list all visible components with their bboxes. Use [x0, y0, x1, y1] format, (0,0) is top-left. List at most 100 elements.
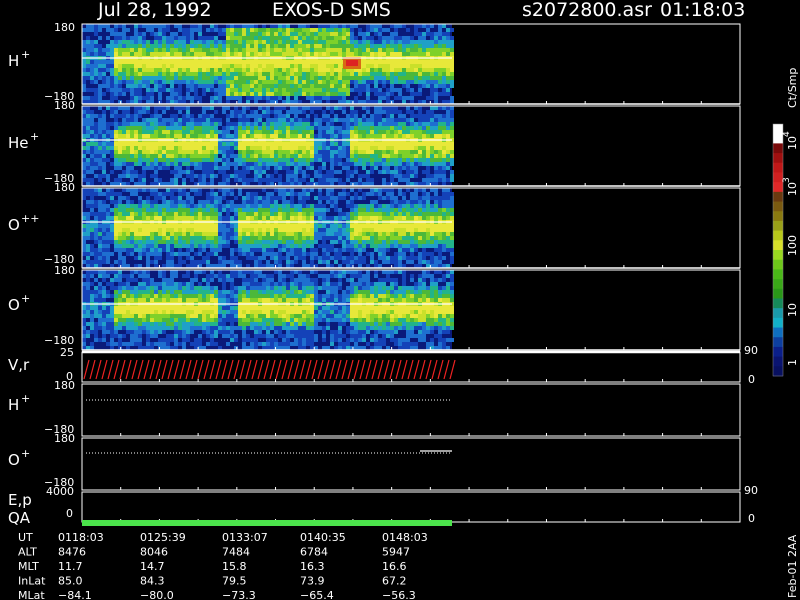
spectrogram-cell	[154, 200, 158, 204]
spectrogram-cell	[414, 174, 418, 178]
spectrogram-cell	[310, 240, 314, 244]
spectrogram-cell	[290, 204, 294, 208]
spectrogram-cell	[318, 40, 322, 44]
spectrogram-cell	[238, 52, 242, 56]
spectrogram-cell	[118, 200, 122, 204]
spectrogram-cell	[410, 130, 414, 134]
spectrogram-cell	[202, 142, 206, 146]
spectrogram-cell	[314, 204, 318, 208]
spectrogram-cell	[326, 208, 330, 212]
spectrogram-cell	[110, 326, 114, 330]
spectrogram-cell	[82, 274, 86, 278]
spectrogram-cell	[334, 170, 338, 174]
spectrogram-cell	[246, 114, 250, 118]
spectrogram-cell	[294, 72, 298, 76]
spectrogram-cell	[122, 150, 126, 154]
spectrogram-cell	[262, 24, 266, 28]
spectrogram-cell	[230, 232, 234, 236]
spectrogram-cell	[386, 122, 390, 126]
spectrogram-cell	[238, 192, 242, 196]
spectrogram-cell	[142, 118, 146, 122]
spectrogram-cell	[342, 110, 346, 114]
spectrogram-cell	[322, 52, 326, 56]
spectrogram-cell	[394, 170, 398, 174]
spectrogram-cell	[394, 32, 398, 36]
spectrogram-cell	[430, 88, 434, 92]
spectrogram-cell	[254, 244, 258, 248]
spectrogram-cell	[250, 44, 254, 48]
spectrogram-cell	[86, 204, 90, 208]
spectrogram-cell	[366, 150, 370, 154]
spectrogram-cell	[158, 224, 162, 228]
spectrogram-cell	[246, 44, 250, 48]
spectrogram-cell	[326, 60, 330, 64]
spectrogram-cell	[310, 236, 314, 240]
spectrogram-cell	[190, 96, 194, 100]
spectrogram-cell	[282, 106, 286, 110]
spectrogram-cell	[318, 196, 322, 200]
spectrogram-cell	[366, 146, 370, 150]
spectrogram-cell	[290, 196, 294, 200]
spectrogram-cell	[138, 48, 142, 52]
spectrogram-cell	[330, 92, 334, 96]
spectrogram-cell	[106, 294, 110, 298]
spectrogram-cell	[262, 146, 266, 150]
spectrogram-cell	[222, 76, 226, 80]
spectrogram-cell	[438, 44, 442, 48]
spectrogram-cell	[294, 174, 298, 178]
spectrogram-cell	[366, 84, 370, 88]
spectrogram-cell	[130, 130, 134, 134]
spectrogram-cell	[434, 236, 438, 240]
spectrogram-cell	[130, 118, 134, 122]
spectrogram-cell	[230, 114, 234, 118]
spectrogram-cell	[146, 52, 150, 56]
spectrogram-cell	[406, 204, 410, 208]
spectrogram-cell	[394, 174, 398, 178]
spectrogram-cell	[306, 80, 310, 84]
spectrogram-cell	[110, 146, 114, 150]
spectrogram-cell	[270, 134, 274, 138]
spectrogram-cell	[98, 322, 102, 326]
spectrogram-cell	[102, 224, 106, 228]
spectrogram-cell	[170, 232, 174, 236]
spectrogram-cell	[178, 224, 182, 228]
spectrogram-cell	[262, 80, 266, 84]
spectrogram-cell	[338, 126, 342, 130]
spectrogram-cell	[422, 248, 426, 252]
spectrogram-cell	[214, 28, 218, 32]
spectrogram-cell	[162, 216, 166, 220]
spectrogram-cell	[254, 192, 258, 196]
spectrogram-cell	[394, 48, 398, 52]
spectrogram-cell	[214, 72, 218, 76]
spectrogram-cell	[282, 28, 286, 32]
spectrogram-cell	[210, 146, 214, 150]
spectrogram-cell	[110, 338, 114, 342]
spectrogram-cell	[318, 228, 322, 232]
spectrogram-cell	[370, 52, 374, 56]
spectrogram-cell	[86, 298, 90, 302]
spectrogram-cell	[150, 188, 154, 192]
spectrogram-cell	[178, 142, 182, 146]
spectrogram-cell	[90, 64, 94, 68]
spectrogram-cell	[262, 212, 266, 216]
spectrogram-cell	[118, 40, 122, 44]
spectrogram-cell	[406, 146, 410, 150]
spectrogram-cell	[158, 118, 162, 122]
spectrogram-cell	[186, 114, 190, 118]
spectrogram-cell	[430, 162, 434, 166]
spectrogram-cell	[422, 44, 426, 48]
spectrogram-cell	[118, 80, 122, 84]
spectrogram-cell	[450, 114, 454, 118]
spectrogram-cell	[242, 92, 246, 96]
spectrogram-cell	[282, 216, 286, 220]
spectrogram-cell	[238, 170, 242, 174]
spectrogram-cell	[150, 166, 154, 170]
spectrogram-cell	[90, 232, 94, 236]
spectrogram-cell	[298, 64, 302, 68]
spectrogram-cell	[106, 146, 110, 150]
spectrogram-cell	[158, 236, 162, 240]
spectrogram-cell	[282, 60, 286, 64]
spectrogram-cell	[354, 96, 358, 100]
spectrogram-cell	[398, 68, 402, 72]
spectrogram-cell	[318, 106, 322, 110]
